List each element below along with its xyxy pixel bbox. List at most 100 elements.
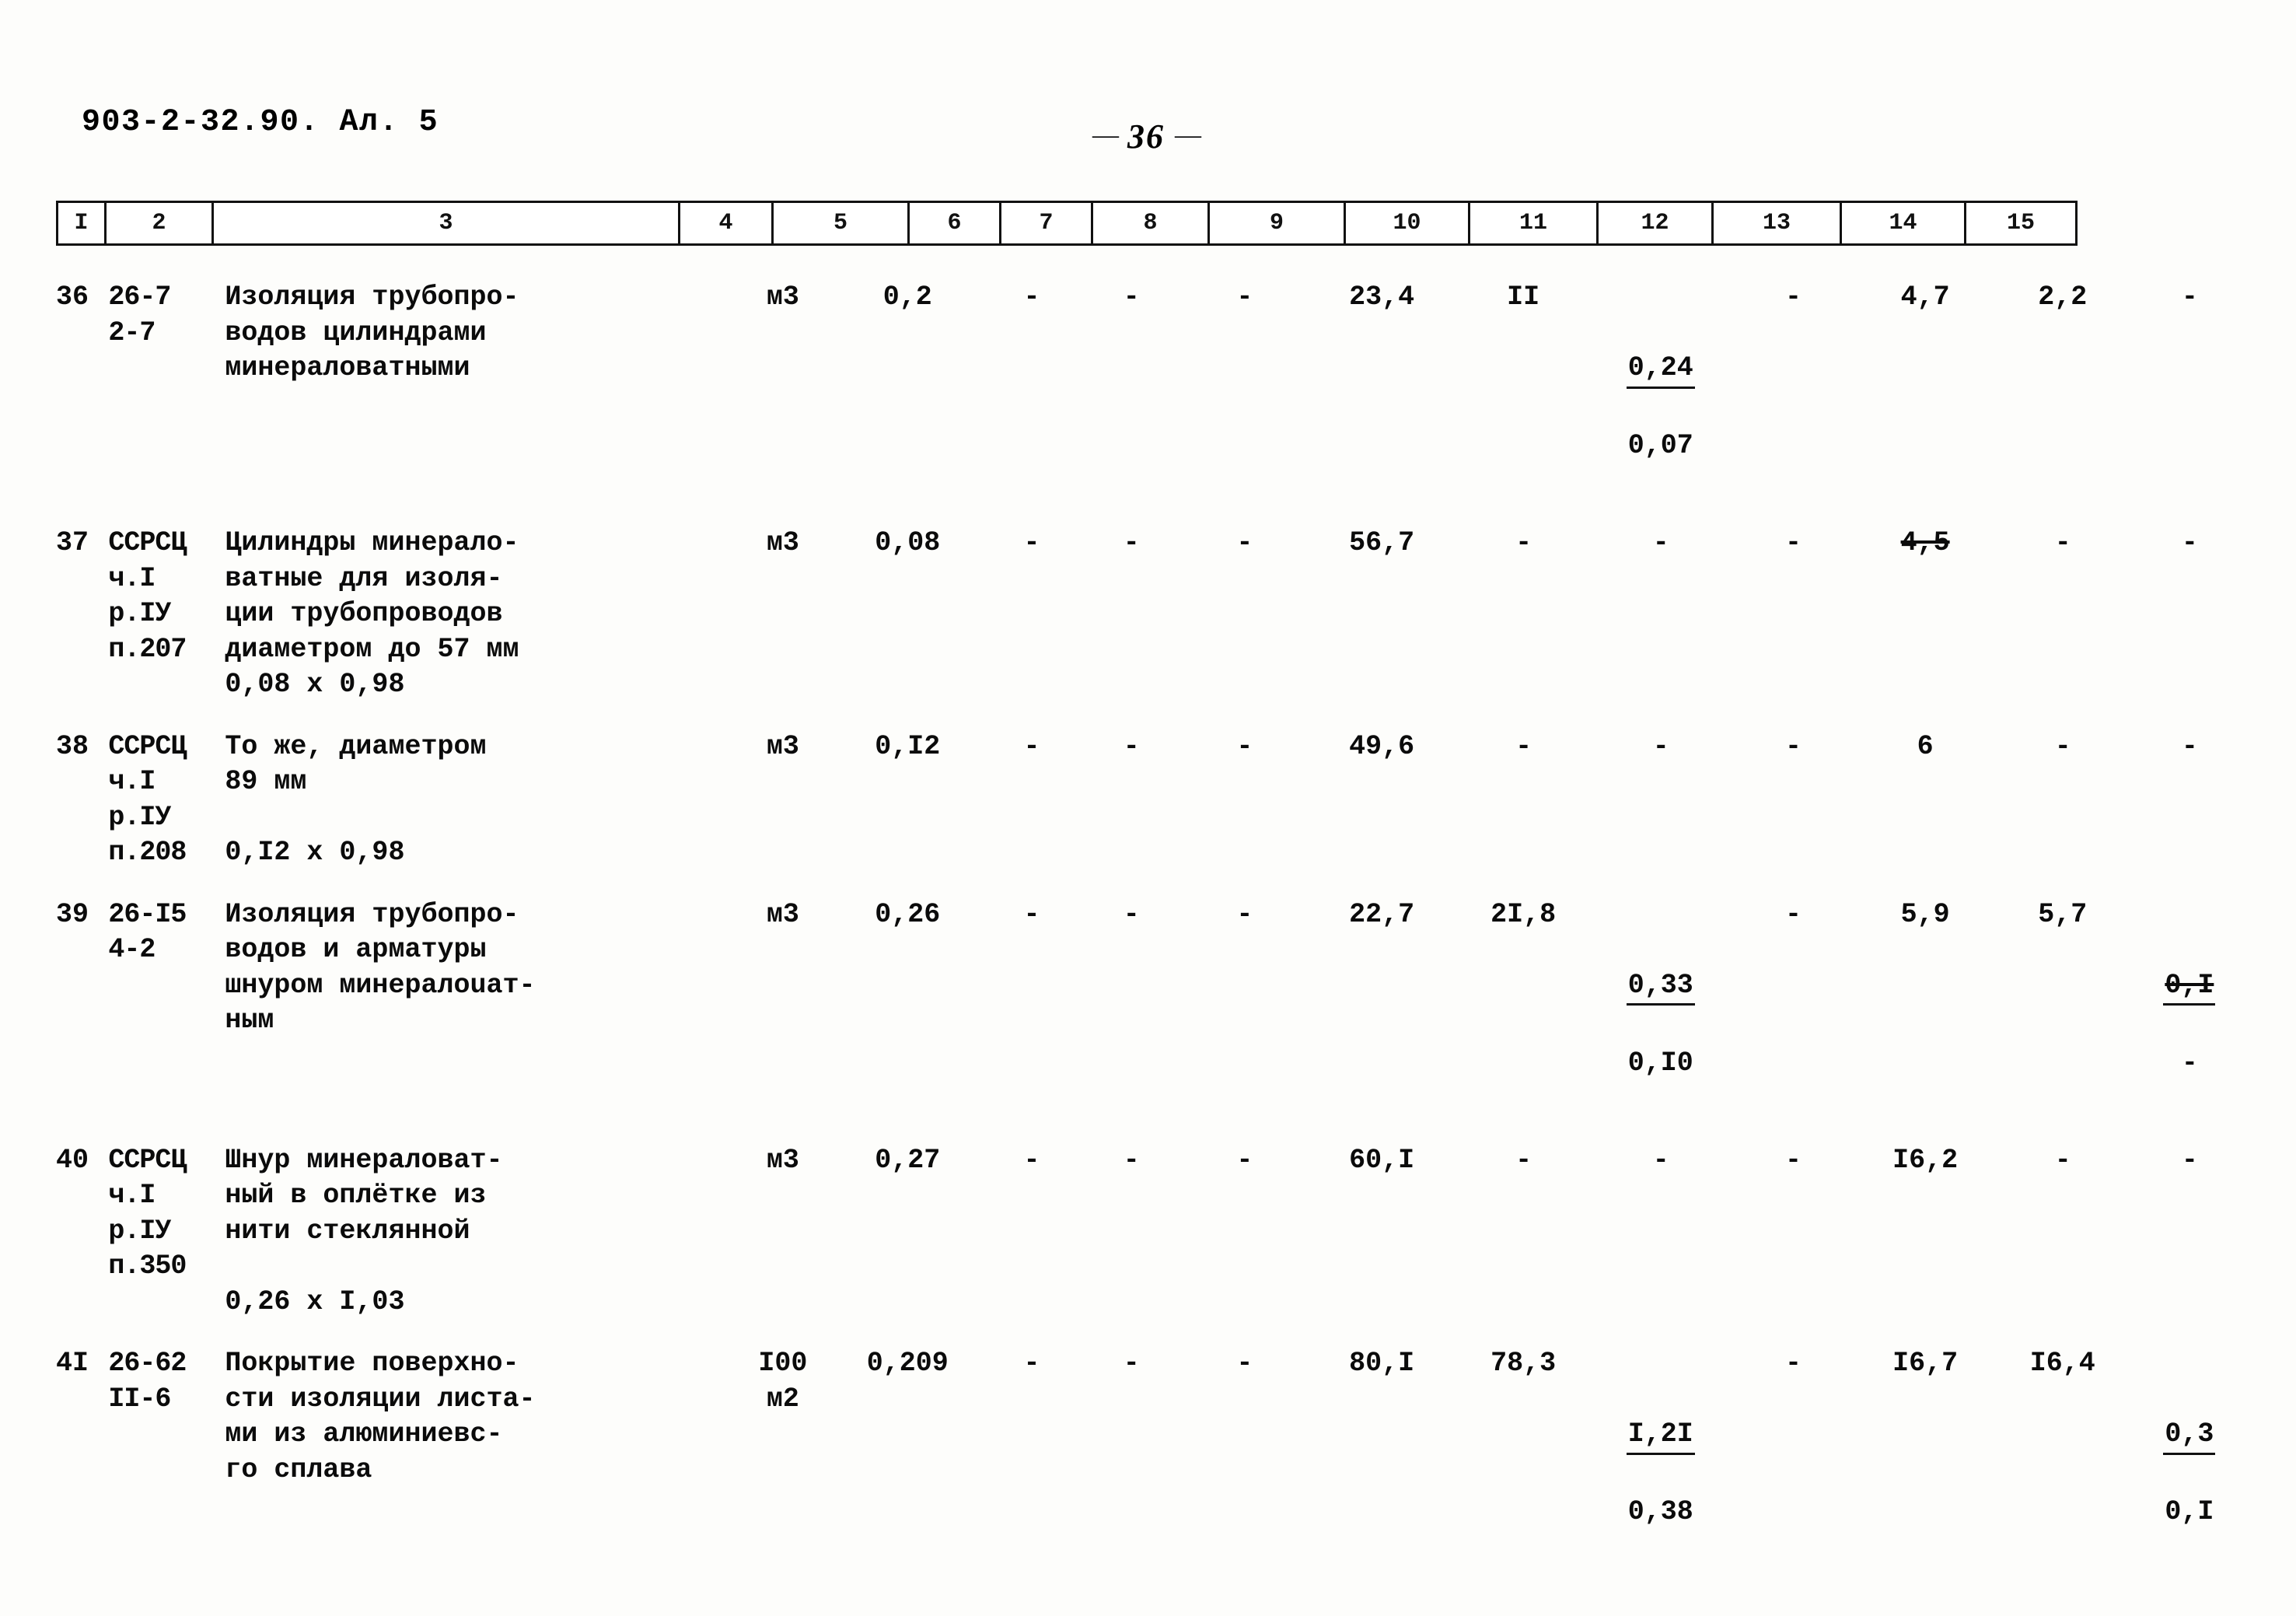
page-number-value: 36: [1127, 117, 1165, 156]
column-header-8: 8: [1093, 203, 1210, 243]
row-col12: -: [1784, 1144, 1802, 1176]
row-col7: -: [1123, 1348, 1140, 1379]
row-col8: -: [1236, 1144, 1253, 1176]
row-col13-value: 4,5: [1900, 527, 1950, 558]
column-header-6: 6: [910, 203, 1001, 243]
fraction-value: 0,I -: [2163, 932, 2216, 1117]
row-col7: -: [1123, 527, 1140, 558]
row-col14: -: [2054, 730, 2071, 762]
row-code: 26-I5 4-2: [108, 898, 187, 966]
row-col6: -: [1023, 282, 1040, 313]
row-col15: -: [2181, 527, 2198, 558]
fraction-value: 0,3 0,I: [2163, 1382, 2216, 1566]
table-row: 40 ССРСЦ ч.I р.IУ п.350 Шнур минераловат…: [56, 1143, 2249, 1347]
row-col6: -: [1023, 1348, 1040, 1379]
column-header-11: 11: [1470, 203, 1599, 243]
row-col6: -: [1023, 527, 1040, 558]
column-header-7: 7: [1001, 203, 1093, 243]
column-header-12: 12: [1599, 203, 1714, 243]
row-col11: 0,24 0,07: [1591, 280, 1730, 526]
row-col8: -: [1236, 730, 1253, 762]
row-number: 36: [56, 282, 89, 313]
row-col10: -: [1515, 730, 1532, 762]
row-col14: 2,2: [2038, 282, 2088, 313]
row-col11: 0,33 0,I0: [1591, 897, 1730, 1143]
row-col7: -: [1123, 730, 1140, 762]
row-col7: -: [1123, 1144, 1140, 1176]
row-unit: м3: [766, 730, 799, 762]
fraction-denominator: 0,I0: [1627, 1047, 1693, 1079]
row-unit: м3: [766, 1144, 799, 1176]
row-col8: -: [1236, 898, 1253, 930]
fraction-denominator: 0,38: [1627, 1496, 1693, 1527]
row-col5: 0,26: [875, 898, 941, 930]
row-col9: 23,4: [1349, 282, 1415, 313]
row-col5: 0,2: [882, 282, 932, 313]
column-header-15: 15: [2006, 210, 2035, 236]
row-number: 37: [56, 527, 89, 558]
row-number: 40: [56, 1144, 89, 1176]
row-col10: 78,3: [1490, 1348, 1557, 1379]
row-description: Изоляция трубопро- водов и арматуры шнур…: [225, 898, 536, 1037]
row-col12: -: [1784, 730, 1802, 762]
column-header-4: 4: [680, 203, 774, 243]
fraction-value: I,2I 0,38: [1626, 1382, 1695, 1566]
row-col13: 4,5: [1855, 526, 1994, 729]
row-description: Изоляция трубопро- водов цилиндрами мине…: [225, 282, 519, 383]
row-col9: 80,I: [1349, 1348, 1415, 1379]
row-code: 26-62 II-6: [108, 1348, 187, 1415]
row-col11: I,2I 0,38: [1591, 1346, 1730, 1592]
row-unit: м3: [766, 527, 799, 558]
row-col13: 6: [1917, 730, 1934, 762]
row-col15: 0,I -: [2130, 897, 2249, 1143]
row-unit: м3: [766, 898, 799, 930]
row-number: 38: [56, 730, 89, 762]
row-col13: 5,9: [1900, 898, 1950, 930]
row-col10: II: [1507, 282, 1540, 313]
row-col7: -: [1123, 898, 1140, 930]
row-col10: -: [1515, 527, 1532, 558]
column-header-14: 14: [1842, 203, 1966, 243]
row-col15: -: [2181, 282, 2198, 313]
row-col15: -: [2181, 1144, 2198, 1176]
page-number: — 36 —: [1092, 117, 1201, 156]
row-col5: 0,209: [866, 1348, 949, 1379]
fraction-denominator: -: [2181, 1047, 2198, 1079]
row-col10: 2I,8: [1490, 898, 1557, 930]
document-page: 903-2-32.90. Ал. 5 — 36 — I 2 3 4 5 6 7 …: [0, 0, 2296, 1616]
row-col7: -: [1123, 282, 1140, 313]
row-col9: 49,6: [1349, 730, 1415, 762]
row-code: ССРСЦ ч.I р.IУ п.350: [108, 1144, 187, 1282]
row-description: Цилиндры минерало- ватные для изоля- ции…: [225, 527, 519, 700]
table-row: 38 ССРСЦ ч.I р.IУ п.208 То же, диаметром…: [56, 729, 2249, 897]
fraction-numerator: 0,33: [1626, 968, 1695, 1006]
row-description: То же, диаметром 89 мм 0,I2 х 0,98: [225, 730, 487, 869]
fraction-value: 0,24 0,07: [1626, 316, 1695, 500]
row-col14: I6,4: [2029, 1348, 2095, 1379]
row-description: Шнур минераловат- ный в оплётке из нити …: [225, 1144, 503, 1317]
row-col11: -: [1652, 527, 1669, 558]
page-number-dash-left: —: [1092, 121, 1119, 149]
row-col13: I6,2: [1892, 1144, 1959, 1176]
row-number: 4I: [56, 1348, 89, 1379]
row-col12: -: [1784, 1348, 1802, 1379]
column-header-9: 9: [1210, 203, 1346, 243]
row-col12: -: [1784, 527, 1802, 558]
column-header-1: I: [58, 203, 107, 243]
column-header-band: I 2 3 4 5 6 7 8 9 10 11 12 13 14 15: [56, 201, 2078, 246]
estimate-table: 36 26-7 2-7 Изоляция трубопро- водов цил…: [56, 280, 2249, 1592]
column-header-13: 13: [1714, 203, 1842, 243]
row-unit: I00 м2: [758, 1348, 808, 1415]
page-number-dash-right: —: [1175, 121, 1201, 149]
row-col6: -: [1023, 898, 1040, 930]
row-col9: 56,7: [1349, 527, 1415, 558]
fraction-denominator: 0,I: [2165, 1496, 2214, 1527]
fraction-denominator: 0,07: [1627, 430, 1693, 461]
row-col11: -: [1652, 1144, 1669, 1176]
row-col10: -: [1515, 1144, 1532, 1176]
table-row: 4I 26-62 II-6 Покрытие поверхно- сти изо…: [56, 1346, 2249, 1592]
row-col9: 22,7: [1349, 898, 1415, 930]
row-col8: -: [1236, 1348, 1253, 1379]
row-col13: 4,7: [1900, 282, 1950, 313]
document-code: 903-2-32.90. Ал. 5: [82, 105, 439, 140]
